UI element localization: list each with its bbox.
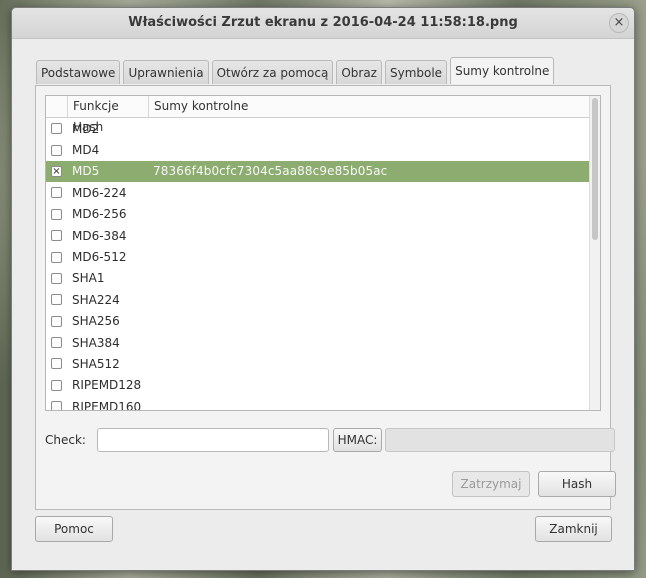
- list-header: Funkcje Hash Sumy kontrolne: [46, 96, 591, 134]
- row-checkbox[interactable]: [51, 337, 62, 349]
- hash-function-name: SHA512: [72, 356, 120, 371]
- hash-function-name: MD4: [72, 143, 100, 158]
- row-checkbox[interactable]: [51, 230, 62, 242]
- checksum-value: 78366f4b0cfc7304c5aa88c9e85b05ac: [153, 164, 388, 179]
- row-checkbox[interactable]: [51, 315, 62, 327]
- row-checkbox[interactable]: [51, 251, 62, 263]
- table-row[interactable]: MD6-224: [46, 182, 591, 203]
- tab-bar: Podstawowe Uprawnienia Otwórz za pomocą …: [36, 57, 557, 85]
- checksum-panel: Funkcje Hash Sumy kontrolne MD2 MD4 × MD5 78…: [35, 85, 616, 510]
- table-row[interactable]: RIPEMD160: [46, 396, 591, 411]
- hash-function-name: SHA256: [72, 314, 120, 329]
- window-close-button[interactable]: ×: [609, 13, 629, 33]
- table-row[interactable]: × MD5 78366f4b0cfc7304c5aa88c9e85b05ac: [46, 160, 591, 183]
- hash-function-name: MD6-512: [72, 250, 127, 265]
- hash-function-name: SHA1: [72, 271, 105, 286]
- table-row[interactable]: MD6-384: [46, 225, 591, 246]
- table-row[interactable]: SHA384: [46, 332, 591, 353]
- hash-function-name: RIPEMD160: [72, 399, 142, 411]
- tab-sumy-kontrolne[interactable]: Sumy kontrolne: [450, 57, 555, 84]
- tab-obraz[interactable]: Obraz: [336, 60, 382, 84]
- tab-uprawnienia[interactable]: Uprawnienia: [123, 60, 209, 84]
- hash-function-name: MD2: [72, 121, 100, 136]
- tab-otworz-za-pomoca[interactable]: Otwórz za pomocą: [211, 60, 334, 84]
- stop-button[interactable]: Zatrzymaj: [452, 471, 530, 497]
- tab-podstawowe[interactable]: Podstawowe: [36, 60, 121, 84]
- row-checkbox[interactable]: [51, 294, 62, 306]
- table-row[interactable]: SHA256: [46, 311, 591, 332]
- hash-rows: MD2 MD4 × MD5 78366f4b0cfc7304c5aa88c9e85b05…: [46, 118, 591, 411]
- row-checkbox[interactable]: [51, 379, 62, 391]
- header-hash-functions[interactable]: Funkcje Hash: [68, 96, 149, 134]
- table-row[interactable]: SHA1: [46, 268, 591, 289]
- close-button[interactable]: Zamknij: [535, 516, 612, 542]
- row-checkbox[interactable]: [51, 358, 62, 370]
- row-checkbox[interactable]: [51, 208, 62, 220]
- hash-function-name: SHA384: [72, 335, 120, 350]
- table-row[interactable]: MD4: [46, 139, 591, 160]
- check-input[interactable]: [97, 428, 329, 452]
- table-row[interactable]: SHA512: [46, 353, 591, 374]
- scrollbar-thumb[interactable]: [592, 98, 598, 240]
- tab-symbole[interactable]: Symbole: [384, 60, 448, 84]
- table-row[interactable]: MD2: [46, 118, 591, 139]
- table-row[interactable]: SHA224: [46, 289, 591, 310]
- window-title: Właściwości Zrzut ekranu z 2016-04-24 11…: [128, 15, 518, 30]
- hash-function-name: MD6-224: [72, 185, 127, 200]
- row-checkbox[interactable]: [51, 144, 62, 156]
- vertical-scrollbar[interactable]: [589, 96, 600, 410]
- table-row[interactable]: RIPEMD128: [46, 375, 591, 396]
- row-checkbox[interactable]: [51, 272, 62, 284]
- row-checkbox[interactable]: [51, 123, 62, 135]
- hash-function-name: MD5: [72, 164, 100, 179]
- row-checkbox[interactable]: ×: [51, 165, 62, 177]
- hash-list: Funkcje Hash Sumy kontrolne MD2 MD4 × MD5 78…: [45, 95, 601, 411]
- hash-function-name: MD6-256: [72, 207, 127, 222]
- hmac-button[interactable]: HMAC:: [333, 428, 382, 452]
- check-label: Check:: [45, 433, 86, 447]
- hash-function-name: MD6-384: [72, 228, 127, 243]
- table-row[interactable]: MD6-512: [46, 246, 591, 267]
- hmac-input[interactable]: [385, 428, 615, 452]
- hash-function-name: RIPEMD128: [72, 378, 142, 393]
- row-checkbox[interactable]: [51, 187, 62, 199]
- row-checkbox[interactable]: [51, 401, 62, 410]
- properties-dialog: Właściwości Zrzut ekranu z 2016-04-24 11…: [11, 7, 635, 571]
- header-checkbox-column[interactable]: [46, 96, 68, 117]
- header-checksums[interactable]: Sumy kontrolne: [149, 96, 591, 117]
- hash-button[interactable]: Hash: [538, 471, 616, 497]
- title-bar[interactable]: Właściwości Zrzut ekranu z 2016-04-24 11…: [12, 8, 634, 39]
- close-icon: ×: [613, 15, 625, 30]
- help-button[interactable]: Pomoc: [35, 516, 113, 542]
- hash-function-name: SHA224: [72, 292, 120, 307]
- table-row[interactable]: MD6-256: [46, 204, 591, 225]
